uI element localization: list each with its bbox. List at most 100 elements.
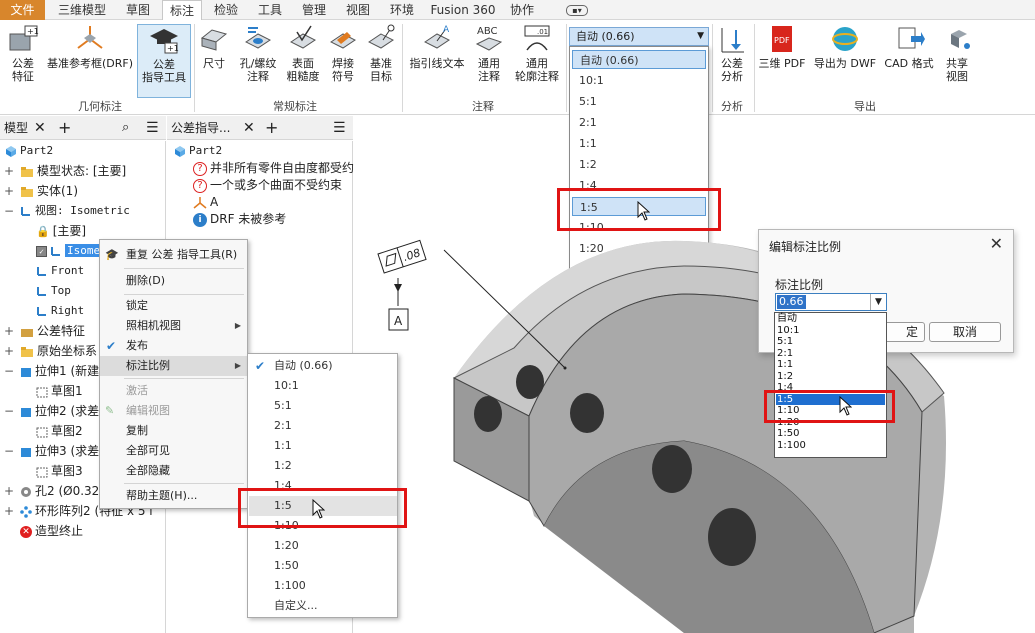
model-tab[interactable]: 模型 [4,116,28,140]
close-icon[interactable]: ✕ [34,116,46,140]
tree-right[interactable]: Right [36,301,84,321]
tree-isometric[interactable]: ✓ Isome [36,241,103,261]
submenu-scale-option[interactable]: 2:1 [249,416,397,436]
search-icon[interactable]: ⌕ [122,116,129,140]
add-tab-icon[interactable]: + [265,116,278,140]
list-item[interactable]: 10:1 [776,325,885,337]
scale-combo[interactable]: 0.66 ▼ [775,293,887,311]
tree-extrude3[interactable]: 拉伸3 (求差 [20,441,99,461]
expand-icon[interactable]: + [4,341,14,361]
surface-roughness-button[interactable]: 表面 粗糙度 [284,24,322,83]
expand-icon[interactable]: + [4,501,14,521]
menu-annotation-scale[interactable]: 标注比例 ▶ [100,356,247,376]
leader-text-button[interactable]: A 指引线文本 [405,24,469,70]
submenu-scale-option[interactable]: 5:1 [249,396,397,416]
menu-copy[interactable]: 复制 [100,421,247,441]
tree-extrude2[interactable]: 拉伸2 (求差 [20,401,99,421]
menu-icon[interactable]: ☰ [146,116,159,140]
tab-annotate[interactable]: 标注 [162,0,202,21]
list-item[interactable]: 5:1 [776,336,885,348]
tree-extrude1[interactable]: 拉伸1 (新建 [20,361,99,381]
tree-view[interactable]: 视图: Isometric [20,201,130,221]
submenu-scale-option[interactable]: 1:100 [249,576,397,596]
expand-icon[interactable]: + [4,161,14,181]
advisor-drf[interactable]: i DRF 未被参考 [193,209,286,229]
tree-part[interactable]: Part2 [4,141,53,161]
submenu-scale-option[interactable]: 自定义... [249,596,397,616]
checkbox-icon[interactable]: ✓ [36,245,47,257]
scale-option[interactable]: 5:1 [572,92,706,111]
list-item[interactable]: 2:1 [776,348,885,360]
tab-sketch[interactable]: 草图 [118,0,158,20]
cad-format-button[interactable]: CAD 格式 [882,24,936,70]
hole[interactable] [708,508,756,566]
expand-icon[interactable]: + [4,181,14,201]
close-icon[interactable]: ✕ [243,116,255,140]
dimension-button[interactable]: 尺寸 [196,24,232,70]
list-item[interactable]: 1:2 [776,371,885,383]
submenu-scale-option[interactable]: 1:20 [249,536,397,556]
tab-view[interactable]: 视图 [338,0,378,20]
tree-model-state[interactable]: 模型状态: [主要] [20,161,126,181]
hole[interactable] [652,445,692,493]
chevron-down-icon[interactable]: ▼ [870,294,886,310]
tree-top[interactable]: Top [36,281,71,301]
share-view-button[interactable]: 共享 视图 [938,24,976,83]
ribbon-options-button[interactable]: ▪▾ [566,5,588,16]
submenu-scale-option[interactable]: 1:50 [249,556,397,576]
tree-solid[interactable]: 实体(1) [20,181,78,201]
tree-sketch1[interactable]: 草图1 [36,381,83,401]
datum-target-button[interactable]: 基准 目标 [362,24,400,83]
tab-3d-model[interactable]: 三维模型 [52,0,112,20]
tree-tol-feature[interactable]: 公差特征 [20,321,85,341]
general-profile-note-button[interactable]: .01 通用 轮廓注释 [510,24,564,83]
collapse-icon[interactable]: − [4,361,14,381]
pdf-3d-button[interactable]: PDF 三维 PDF [757,24,807,70]
menu-icon[interactable]: ☰ [333,116,346,140]
tab-tools[interactable]: 工具 [250,0,290,20]
tree-front[interactable]: Front [36,261,84,281]
add-tab-icon[interactable]: + [58,116,71,140]
tolerance-feature-button[interactable]: +1 公差 特征 [4,24,42,83]
hole[interactable] [570,393,604,433]
list-item[interactable]: 1:1 [776,359,885,371]
advisor-tab[interactable]: 公差指导... [171,116,230,140]
tab-file[interactable]: 文件 [0,0,45,20]
submenu-scale-option[interactable]: 1:2 [249,456,397,476]
tolerance-advisor-button[interactable]: +1 公差 指导工具 [137,24,191,98]
hole[interactable] [516,365,544,399]
hole[interactable] [474,396,502,432]
collapse-icon[interactable]: − [4,201,14,221]
menu-show-all[interactable]: 全部可见 [100,441,247,461]
list-item[interactable]: 1:100 [776,440,885,452]
tab-manage[interactable]: 管理 [294,0,334,20]
tab-inspect[interactable]: 检验 [206,0,246,20]
submenu-scale-option[interactable]: ✔ 自动 (0.66) [249,356,397,376]
list-item[interactable]: 自动 [776,313,885,325]
tree-hole2[interactable]: 孔2 (Ø0.325 [20,481,107,501]
annotation-scale-combo[interactable]: 自动 (0.66) ▼ [569,27,709,46]
tree-sketch2[interactable]: 草图2 [36,421,83,441]
scale-option[interactable]: 10:1 [572,71,706,90]
list-item[interactable]: 1:50 [776,428,885,440]
tab-environment[interactable]: 环境 [382,0,422,20]
cancel-button[interactable]: 取消 [929,322,1001,342]
tree-end-of-part[interactable]: ✕ 造型终止 [20,521,83,541]
expand-icon[interactable]: + [4,321,14,341]
tab-collaborate[interactable]: 协作 [502,0,542,20]
tab-fusion360[interactable]: Fusion 360 [428,0,498,20]
menu-hide-all[interactable]: 全部隐藏 [100,461,247,481]
datum-reference-frame-button[interactable]: 基准参考框(DRF) [44,24,136,70]
menu-camera-view[interactable]: 照相机视图 ▶ [100,316,247,336]
export-dwf-button[interactable]: 导出为 DWF [810,24,880,70]
submenu-scale-option[interactable]: 1:1 [249,436,397,456]
weld-symbol-button[interactable]: 焊接 符号 [324,24,362,83]
tree-primary[interactable]: 🔒 [主要] [36,221,86,241]
collapse-icon[interactable]: − [4,441,14,461]
expand-icon[interactable]: + [4,481,14,501]
menu-delete[interactable]: 删除(D) [100,271,247,291]
menu-publish[interactable]: ✔ 发布 [100,336,247,356]
menu-lock[interactable]: 锁定 [100,296,247,316]
tree-sketch3[interactable]: 草图3 [36,461,83,481]
general-note-button[interactable]: ABC 通用 注释 [470,24,508,83]
